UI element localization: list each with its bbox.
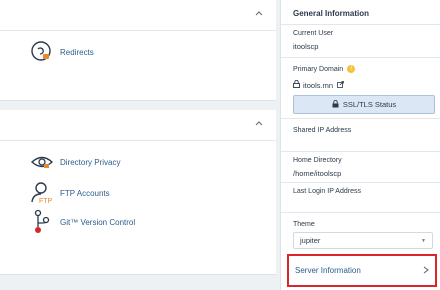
lock-icon: [332, 99, 339, 110]
primary-domain-label: Primary Domain: [293, 65, 344, 73]
git-version-control-label: Git™ Version Control: [60, 217, 136, 227]
divider: [281, 151, 440, 152]
security-panel: Directory Privacy FTP FTP Accounts Git™ …: [0, 110, 276, 275]
ftp-accounts-link[interactable]: FTP FTP Accounts: [28, 179, 110, 207]
home-directory-label: Home Directory: [293, 157, 342, 164]
primary-domain-value[interactable]: itools.mn: [303, 81, 333, 90]
primary-domain-row-value: itools.mn: [293, 79, 431, 90]
current-user-value: itoolscp: [293, 42, 319, 51]
divider: [281, 24, 440, 25]
server-information-link[interactable]: Server Information: [287, 254, 437, 287]
warning-icon[interactable]: !: [347, 65, 356, 73]
last-login-ip-label: Last Login IP Address: [293, 188, 361, 195]
divider: [281, 182, 440, 183]
divider: [281, 118, 440, 119]
theme-select[interactable]: jupiter ▼: [293, 232, 433, 249]
dropdown-arrow-icon: ▼: [421, 237, 426, 244]
redirects-link[interactable]: Redirects: [28, 38, 94, 66]
theme-value: jupiter: [300, 236, 321, 245]
general-information-sidebar: General Information Current User itoolsc…: [280, 0, 440, 290]
shared-ip-label: Shared IP Address: [293, 127, 352, 134]
lock-icon: [293, 79, 300, 90]
divider: [281, 212, 440, 213]
ssl-tls-status-label: SSL/TLS Status: [342, 100, 397, 109]
ftp-accounts-label: FTP Accounts: [60, 188, 110, 198]
directory-privacy-link[interactable]: Directory Privacy: [28, 148, 120, 176]
redirects-icon: [28, 38, 56, 66]
external-link-icon[interactable]: [337, 80, 344, 90]
sidebar-title: General Information: [293, 9, 370, 18]
server-information-label: Server Information: [295, 266, 361, 275]
files-panel: Redirects: [0, 0, 276, 101]
theme-label: Theme: [293, 221, 315, 228]
svg-text:FTP: FTP: [39, 198, 53, 205]
git-version-control-link[interactable]: Git™ Version Control: [28, 208, 135, 236]
chevron-up-icon[interactable]: [254, 8, 264, 21]
eye-icon: [28, 148, 56, 176]
current-user-label: Current User: [293, 30, 334, 37]
panel-header: [0, 0, 276, 31]
primary-domain-row: Primary Domain !: [293, 65, 431, 73]
divider: [281, 57, 440, 58]
git-icon: [28, 208, 56, 236]
redirects-label: Redirects: [60, 47, 94, 57]
directory-privacy-label: Directory Privacy: [60, 157, 121, 167]
home-directory-value: /home/itoolscp: [293, 169, 342, 178]
ftp-user-icon: FTP: [28, 179, 56, 207]
chevron-up-icon[interactable]: [254, 118, 264, 131]
chevron-right-icon: [423, 266, 429, 276]
panel-header: [0, 110, 276, 141]
ssl-tls-status-button[interactable]: SSL/TLS Status: [293, 95, 435, 114]
